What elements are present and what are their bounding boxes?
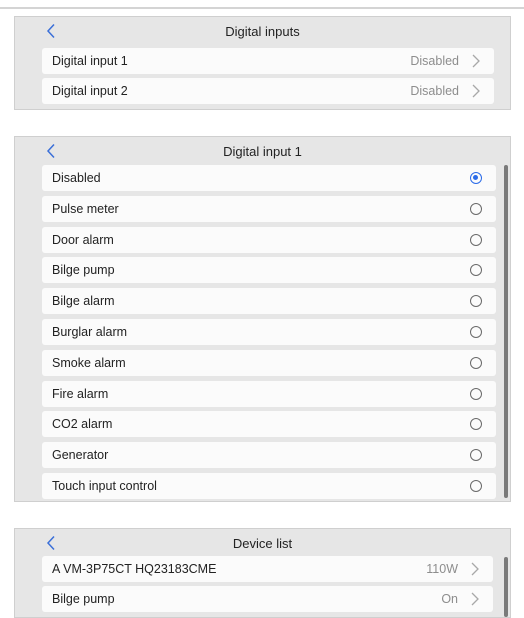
device-name: A VM-3P75CT HQ23183CME [52,562,217,576]
option-label: Generator [52,448,109,463]
row-label: Digital input 2 [52,84,128,98]
radio-unselected-icon[interactable] [470,326,482,338]
option-generator[interactable]: Generator [42,442,496,469]
radio-selected-icon[interactable] [470,172,482,184]
row-value: Disabled [410,54,459,68]
option-label: Pulse meter [52,201,119,216]
device-list-panel: Device list A VM-3P75CT HQ23183CME 110W … [14,528,511,618]
chevron-right-icon [472,84,480,98]
option-burglar-alarm[interactable]: Burglar alarm [42,319,496,345]
option-bilge-pump[interactable]: Bilge pump [42,257,496,284]
digital-input-2-row[interactable]: Digital input 2 Disabled [42,78,494,104]
option-label: Bilge pump [52,263,115,278]
option-label: Burglar alarm [52,325,128,339]
radio-unselected-icon[interactable] [470,387,482,400]
radio-unselected-icon[interactable] [470,202,482,215]
device-value: On [441,592,458,606]
option-touch-input-control[interactable]: Touch input control [42,473,496,499]
radio-unselected-icon[interactable] [470,233,482,246]
option-label: Touch input control [52,479,157,493]
device-list-header: Device list [15,529,510,556]
digital-input-1-row[interactable]: Digital input 1 Disabled [42,48,494,74]
option-label: Door alarm [52,232,114,247]
option-bilge-alarm[interactable]: Bilge alarm [42,288,496,315]
option-fire-alarm[interactable]: Fire alarm [42,380,496,407]
scrollbar[interactable] [504,557,508,617]
option-label: CO2 alarm [52,417,113,432]
radio-unselected-icon[interactable] [470,480,482,492]
option-label: Fire alarm [52,386,109,401]
radio-unselected-icon[interactable] [470,418,482,431]
radio-unselected-icon[interactable] [470,449,482,462]
digital-input-1-header: Digital input 1 [15,137,510,164]
device-value: 110W [426,562,458,576]
chevron-right-icon [472,54,480,68]
page-title: Device list [232,536,293,551]
digital-inputs-panel: Digital inputs Digital input 1 Disabled … [14,16,511,110]
top-divider [0,7,524,9]
row-value: Disabled [410,84,459,98]
option-pulse-meter[interactable]: Pulse meter [42,195,496,222]
page-title: Digital inputs [225,24,300,39]
scrollbar[interactable] [504,165,508,498]
row-label: Digital input 1 [52,54,128,68]
chevron-right-icon [471,592,479,606]
radio-unselected-icon[interactable] [470,295,482,308]
radio-unselected-icon[interactable] [470,264,482,277]
device-row[interactable]: A VM-3P75CT HQ23183CME 110W [42,556,493,582]
chevron-right-icon [471,562,479,576]
option-disabled[interactable]: Disabled [42,165,496,191]
option-door-alarm[interactable]: Door alarm [42,226,496,253]
page-title: Digital input 1 [223,144,302,159]
option-smoke-alarm[interactable]: Smoke alarm [42,349,496,376]
device-name: Bilge pump [52,592,115,606]
option-label: Bilge alarm [52,294,115,309]
digital-input-1-panel: Digital input 1 Disabled Pulse meter Doo… [14,136,511,502]
radio-unselected-icon[interactable] [470,356,482,369]
digital-inputs-header: Digital inputs [15,17,510,44]
device-row[interactable]: Bilge pump On [42,586,493,612]
option-label: Smoke alarm [52,355,126,370]
option-label: Disabled [52,171,101,185]
option-co2-alarm[interactable]: CO2 alarm [42,411,496,438]
